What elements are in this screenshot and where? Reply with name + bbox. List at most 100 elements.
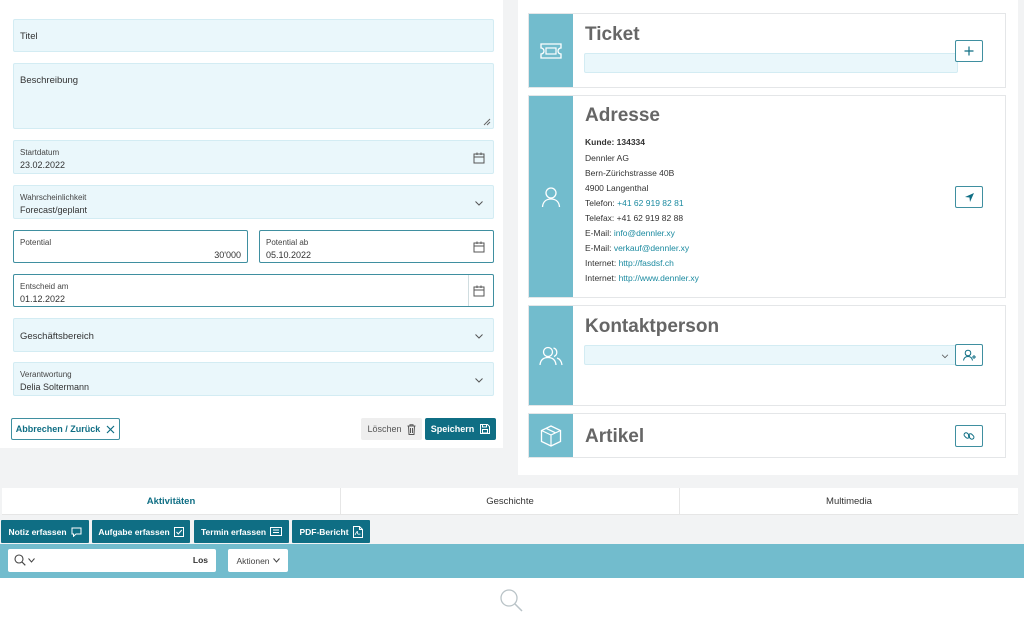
address-card: Adresse Kunde: 134334 Dennler AG Bern-Zü… [528,95,1006,298]
link-article-button[interactable] [955,425,983,447]
resize-handle-icon[interactable] [483,118,491,126]
delete-label: Löschen [367,424,402,434]
pdf-report-button[interactable]: PDF-Bericht [292,520,370,543]
verantwortung-label: Verantwortung [20,370,72,379]
chevron-down-icon [941,354,949,359]
add-task-button[interactable]: Aufgabe erfassen [92,520,190,543]
empty-list-area [0,578,1024,636]
save-button[interactable]: Speichern [425,418,496,440]
action-bar: Notiz erfassen Aufgabe erfassen Termin e… [0,520,1024,544]
calendar-icon[interactable] [473,152,485,164]
ticket-title: Ticket [585,24,640,45]
cancel-label: Abbrechen / Zurück [15,424,101,434]
card-sidebar [529,14,573,87]
startdatum-label: Startdatum [20,148,60,157]
actions-dropdown-label: Aktionen [236,555,270,566]
calendar-icon[interactable] [473,241,485,253]
phone-row: Telefon: +41 62 919 82 81 [585,198,684,208]
tab-multimedia[interactable]: Multimedia [680,488,1018,514]
website-label: Internet: [585,258,617,268]
street: Bern-Zürichstrasse 40B [585,168,675,178]
entscheid-field[interactable]: Entscheid am 01.12.2022 [13,274,494,307]
add-note-button[interactable]: Notiz erfassen [1,520,89,543]
fax-value: +41 62 919 82 88 [616,213,684,223]
wahrscheinlichkeit-value: Forecast/geplant [20,205,88,215]
city: 4900 Langenthal [585,183,649,193]
wahrscheinlichkeit-label: Wahrscheinlichkeit [20,193,87,202]
beschreibung-placeholder: Beschreibung [20,75,79,86]
contact-card: Kontaktperson [528,305,1006,406]
chevron-down-icon [475,378,483,383]
add-ticket-button[interactable] [955,40,983,62]
search-icon [14,554,26,566]
potential-label: Potential [20,238,52,247]
chevron-down-icon [272,558,280,563]
potential-field[interactable]: Potential 30'000 [13,230,248,263]
add-contact-button[interactable] [955,344,983,366]
tab-bar: Aktivitäten Geschichte Multimedia [2,488,1018,515]
website-row: Internet: http://fasdsf.ch [585,258,674,268]
box-icon [540,424,562,447]
email-row: E-Mail: info@dennler.xy [585,228,675,238]
tab-aktivitaeten[interactable]: Aktivitäten [2,488,341,514]
beschreibung-field[interactable]: Beschreibung [13,63,494,129]
pdf-icon [352,525,363,538]
email-label: E-Mail: [585,243,612,253]
floppy-disk-icon [480,424,491,434]
ticket-icon [540,42,562,59]
cancel-button[interactable]: Abbrechen / Zurück [11,418,120,440]
search-icon [500,589,523,612]
speech-bubble-icon [71,527,82,537]
customer-number: Kunde: 134334 [585,137,645,147]
company-name: Dennler AG [585,153,629,163]
fax-label: Telefax: [585,213,615,223]
tab-geschichte[interactable]: Geschichte [341,488,680,514]
field-divider [468,275,469,306]
navigate-button[interactable] [955,186,983,208]
article-card: Artikel [528,413,1006,458]
website-label: Internet: [585,273,617,283]
contact-title: Kontaktperson [585,316,720,337]
location-arrow-icon [964,192,974,202]
website-link[interactable]: http://fasdsf.ch [619,258,674,268]
fax-row: Telefax: +41 62 919 82 88 [585,213,683,223]
article-title: Artikel [585,426,645,447]
chevron-down-icon [475,334,483,339]
add-person-icon [962,349,976,361]
website-link[interactable]: http://www.dennler.xy [619,273,699,283]
email-link[interactable]: verkauf@dennler.xy [614,243,689,253]
trash-icon [407,423,416,435]
search-go-button[interactable]: Los [193,555,208,565]
contact-select[interactable] [584,345,958,365]
calendar-list-icon [270,527,283,536]
verantwortung-select[interactable]: Verantwortung Delia Soltermann [13,362,494,396]
wahrscheinlichkeit-select[interactable]: Wahrscheinlichkeit Forecast/geplant [13,185,494,219]
startdatum-field[interactable]: Startdatum 23.02.2022 [13,140,494,174]
geschaeftsbereich-select[interactable]: Geschäftsbereich [13,318,494,352]
email-link[interactable]: info@dennler.xy [614,228,675,238]
potential-value: 30'000 [214,250,241,260]
pdf-report-label: PDF-Bericht [299,526,349,537]
add-appointment-label: Termin erfassen [200,526,267,537]
add-appointment-button[interactable]: Termin erfassen [194,520,289,543]
website-row: Internet: http://www.dennler.xy [585,273,699,283]
ticket-input[interactable] [584,53,958,73]
close-icon [106,425,115,433]
ticket-card: Ticket [528,13,1006,88]
potential-ab-field[interactable]: Potential ab 05.10.2022 [259,230,494,263]
delete-button[interactable]: Löschen [361,418,422,440]
titel-placeholder: Titel [20,31,38,42]
verantwortung-value: Delia Soltermann [20,382,90,392]
link-icon [963,432,975,440]
potential-ab-label: Potential ab [266,238,309,247]
titel-field[interactable]: Titel [13,19,494,52]
calendar-icon[interactable] [473,285,485,297]
list-toolbar: Los Aktionen [0,544,1024,578]
chevron-down-icon [475,201,483,206]
search-input[interactable]: Los [8,549,216,572]
actions-dropdown[interactable]: Aktionen [228,549,288,572]
email-row: E-Mail: verkauf@dennler.xy [585,243,689,253]
chevron-down-icon[interactable] [28,558,35,563]
phone-link[interactable]: +41 62 919 82 81 [617,198,683,208]
phone-label: Telefon: [585,198,615,208]
